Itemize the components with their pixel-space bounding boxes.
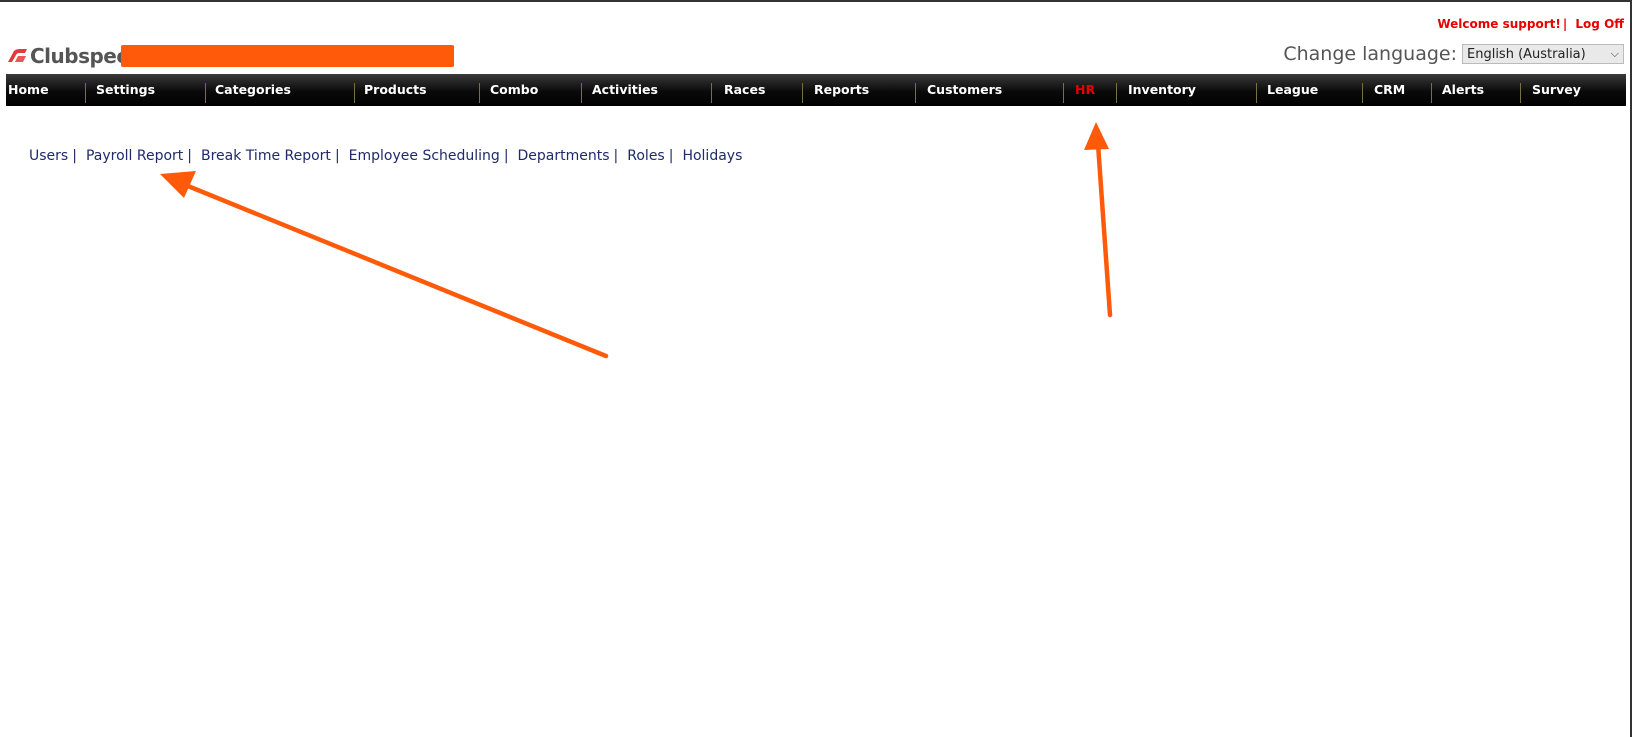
page: Welcome support! | Log Off Clubspeed Chan… xyxy=(0,0,1632,737)
submenu-item-departments[interactable]: Departments xyxy=(518,148,610,164)
submenu-item-payroll-report[interactable]: Payroll Report xyxy=(86,148,183,164)
nav-item-hr[interactable]: HR xyxy=(1075,74,1095,106)
annotation-arrows xyxy=(160,122,1113,359)
nav-separator xyxy=(205,83,206,103)
submenu-separator: | xyxy=(613,148,619,164)
nav-separator xyxy=(479,83,480,103)
nav-item-inventory[interactable]: Inventory xyxy=(1128,74,1196,106)
nav-item-league[interactable]: League xyxy=(1267,74,1318,106)
change-language-label: Change language: xyxy=(1283,43,1457,65)
nav-separator xyxy=(1116,83,1117,103)
submenu-item-roles[interactable]: Roles xyxy=(627,148,664,164)
nav-separator xyxy=(915,83,916,103)
nav-item-survey[interactable]: Survey xyxy=(1532,74,1581,106)
nav-separator xyxy=(1063,83,1064,103)
redaction-block xyxy=(121,45,454,67)
submenu-separator: | xyxy=(334,148,340,164)
clubspeed-logo-icon xyxy=(8,49,27,62)
nav-item-crm[interactable]: CRM xyxy=(1374,74,1405,106)
logoff-link[interactable]: Log Off xyxy=(1575,17,1624,31)
language-selector: Change language: English (Australia) ⌵ xyxy=(1283,43,1624,65)
submenu-separator: | xyxy=(72,148,77,164)
nav-separator xyxy=(85,83,86,103)
main-nav: Home Settings Categories Products Combo … xyxy=(6,74,1626,106)
nav-item-activities[interactable]: Activities xyxy=(592,74,658,106)
submenu-item-holidays[interactable]: Holidays xyxy=(682,148,742,164)
language-select[interactable]: English (Australia) ⌵ xyxy=(1462,44,1624,64)
nav-separator xyxy=(354,83,355,103)
welcome-separator: | xyxy=(1562,17,1568,31)
hr-submenu: Users | Payroll Report | Break Time Report… xyxy=(29,148,742,164)
nav-separator xyxy=(1520,83,1521,103)
nav-item-home[interactable]: Home xyxy=(8,74,49,106)
chevron-down-icon: ⌵ xyxy=(1610,47,1619,60)
nav-separator xyxy=(711,83,712,103)
submenu-separator: | xyxy=(187,148,192,164)
submenu-separator: | xyxy=(503,148,509,164)
nav-separator xyxy=(802,83,803,103)
welcome-text: Welcome support! xyxy=(1437,17,1561,31)
submenu-item-break-time-report[interactable]: Break Time Report xyxy=(201,148,331,164)
nav-separator xyxy=(1362,83,1363,103)
arrow-to-hr-tab xyxy=(1084,122,1113,318)
submenu-separator: | xyxy=(668,148,674,164)
nav-item-alerts[interactable]: Alerts xyxy=(1442,74,1484,106)
submenu-item-employee-scheduling[interactable]: Employee Scheduling xyxy=(349,148,500,164)
nav-item-products[interactable]: Products xyxy=(364,74,427,106)
nav-separator xyxy=(1431,83,1432,103)
nav-item-races[interactable]: Races xyxy=(724,74,765,106)
arrow-to-payroll-report xyxy=(160,171,609,359)
nav-item-customers[interactable]: Customers xyxy=(927,74,1002,106)
nav-separator xyxy=(581,83,582,103)
welcome-bar: Welcome support! | Log Off xyxy=(1437,17,1624,31)
nav-item-categories[interactable]: Categories xyxy=(215,74,291,106)
nav-item-settings[interactable]: Settings xyxy=(96,74,155,106)
nav-separator xyxy=(1256,83,1257,103)
nav-item-combo[interactable]: Combo xyxy=(490,74,538,106)
nav-item-reports[interactable]: Reports xyxy=(814,74,869,106)
submenu-item-users[interactable]: Users xyxy=(29,148,68,164)
language-selected-value: English (Australia) xyxy=(1467,46,1586,62)
